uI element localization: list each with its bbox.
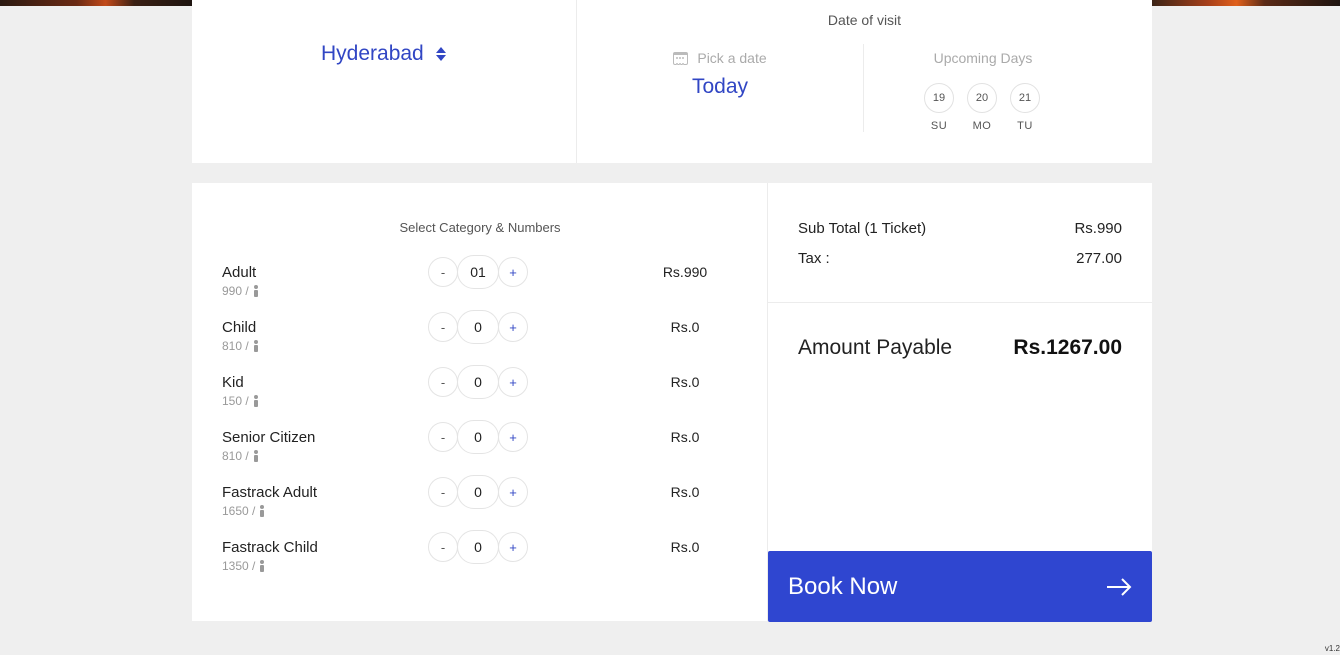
- quantity-value[interactable]: 01: [457, 255, 499, 289]
- category-name: Adult: [222, 264, 257, 281]
- city-dropdown[interactable]: Hyderabad: [321, 42, 446, 66]
- category-line-total: Rs.0: [670, 319, 700, 335]
- book-now-label: Book Now: [788, 572, 898, 600]
- date-of-visit-title: Date of visit: [827, 12, 902, 28]
- unit-price-text: 1350 /: [222, 559, 256, 573]
- unit-price-text: 1650 /: [222, 504, 256, 518]
- book-now-button[interactable]: Book Now: [768, 551, 1152, 622]
- upcoming-day-date: 20: [967, 83, 997, 113]
- quantity-stepper: - 0 +: [428, 310, 528, 344]
- category-row-fastrack-child: Fastrack Child 1350 / - 0 + Rs.0: [192, 530, 768, 594]
- quantity-value[interactable]: 0: [457, 420, 499, 454]
- category-line-total: Rs.0: [670, 484, 700, 500]
- category-line-total: Rs.0: [670, 429, 700, 445]
- upcoming-days-list: 19 SU 20 MO 21 TU: [924, 83, 1040, 132]
- category-panel: Select Category & Numbers Adult 990 / - …: [192, 183, 768, 621]
- person-icon: [259, 560, 265, 572]
- quantity-stepper: - 0 +: [428, 530, 528, 564]
- upcoming-day-20[interactable]: 20 MO: [967, 83, 997, 132]
- increment-button[interactable]: +: [498, 367, 528, 397]
- category-unit-price: 1350 /: [222, 559, 265, 573]
- category-unit-price: 150 /: [222, 394, 259, 408]
- order-summary-panel: Sub Total (1 Ticket) Rs.990 Tax : 277.00…: [768, 183, 1152, 622]
- chevron-updown-icon: [435, 47, 446, 61]
- visit-options-card: Hyderabad Date of visit Pick a date Toda…: [192, 0, 1152, 163]
- increment-button[interactable]: +: [498, 422, 528, 452]
- increment-button[interactable]: +: [498, 477, 528, 507]
- date-picker-trigger[interactable]: Pick a date: [577, 50, 863, 66]
- decrement-button[interactable]: -: [428, 312, 458, 342]
- person-icon: [253, 395, 259, 407]
- category-name: Kid: [222, 374, 244, 391]
- increment-button[interactable]: +: [498, 257, 528, 287]
- person-icon: [253, 450, 259, 462]
- upcoming-day-weekday: TU: [1017, 120, 1033, 132]
- upcoming-day-date: 21: [1010, 83, 1040, 113]
- booking-card: Select Category & Numbers Adult 990 / - …: [192, 183, 1152, 622]
- quantity-value[interactable]: 0: [457, 530, 499, 564]
- summary-divider: [768, 302, 1152, 303]
- quantity-value[interactable]: 0: [457, 365, 499, 399]
- unit-price-text: 810 /: [222, 339, 249, 353]
- tax-value: 277.00: [1076, 250, 1122, 267]
- upcoming-day-date: 19: [924, 83, 954, 113]
- person-icon: [253, 340, 259, 352]
- category-name: Senior Citizen: [222, 429, 316, 446]
- decrement-button[interactable]: -: [428, 257, 458, 287]
- increment-button[interactable]: +: [498, 312, 528, 342]
- category-line-total: Rs.0: [670, 374, 700, 390]
- decrement-button[interactable]: -: [428, 422, 458, 452]
- quantity-stepper: - 0 +: [428, 420, 528, 454]
- increment-button[interactable]: +: [498, 532, 528, 562]
- person-icon: [259, 505, 265, 517]
- hero-image-left: [0, 0, 192, 6]
- unit-price-text: 990 /: [222, 284, 249, 298]
- subtotal-label: Sub Total (1 Ticket): [798, 220, 927, 237]
- city-dropdown-value: Hyderabad: [321, 42, 424, 65]
- person-icon: [253, 285, 259, 297]
- subtotal-value: Rs.990: [1074, 220, 1122, 237]
- quantity-value[interactable]: 0: [457, 310, 499, 344]
- upcoming-days-title: Upcoming Days: [933, 50, 1033, 66]
- city-panel: Hyderabad: [192, 0, 577, 163]
- upcoming-day-weekday: MO: [972, 120, 992, 132]
- quantity-stepper: - 01 +: [428, 255, 528, 289]
- date-picker-panel: Pick a date Today: [577, 44, 864, 132]
- arrow-right-icon: [1107, 577, 1132, 596]
- category-unit-price: 1650 /: [222, 504, 265, 518]
- pick-date-placeholder: Pick a date: [697, 50, 767, 66]
- amount-payable-value: Rs.1267.00: [1013, 336, 1122, 359]
- category-line-total: Rs.990: [662, 264, 708, 280]
- hero-image-right: [1152, 0, 1340, 6]
- upcoming-day-21[interactable]: 21 TU: [1010, 83, 1040, 132]
- decrement-button[interactable]: -: [428, 532, 458, 562]
- tax-row: Tax : 277.00: [798, 250, 1122, 267]
- category-name: Fastrack Adult: [222, 484, 318, 501]
- amount-payable-label: Amount Payable: [798, 336, 953, 359]
- subtotal-row: Sub Total (1 Ticket) Rs.990: [798, 220, 1122, 237]
- category-unit-price: 810 /: [222, 339, 259, 353]
- tax-label: Tax :: [798, 250, 830, 267]
- decrement-button[interactable]: -: [428, 367, 458, 397]
- category-unit-price: 810 /: [222, 449, 259, 463]
- quantity-stepper: - 0 +: [428, 365, 528, 399]
- quantity-stepper: - 0 +: [428, 475, 528, 509]
- upcoming-day-19[interactable]: 19 SU: [924, 83, 954, 132]
- category-section-title: Select Category & Numbers: [399, 220, 561, 235]
- category-name: Child: [222, 319, 257, 336]
- category-name: Fastrack Child: [222, 539, 318, 556]
- amount-payable-row: Amount Payable Rs.1267.00: [798, 336, 1122, 360]
- upcoming-day-weekday: SU: [930, 120, 948, 132]
- category-line-total: Rs.0: [670, 539, 700, 555]
- selected-date-today[interactable]: Today: [577, 75, 863, 99]
- category-unit-price: 990 /: [222, 284, 259, 298]
- unit-price-text: 150 /: [222, 394, 249, 408]
- unit-price-text: 810 /: [222, 449, 249, 463]
- quantity-value[interactable]: 0: [457, 475, 499, 509]
- calendar-icon: [673, 51, 689, 65]
- version-label: v1.2: [1324, 644, 1340, 653]
- decrement-button[interactable]: -: [428, 477, 458, 507]
